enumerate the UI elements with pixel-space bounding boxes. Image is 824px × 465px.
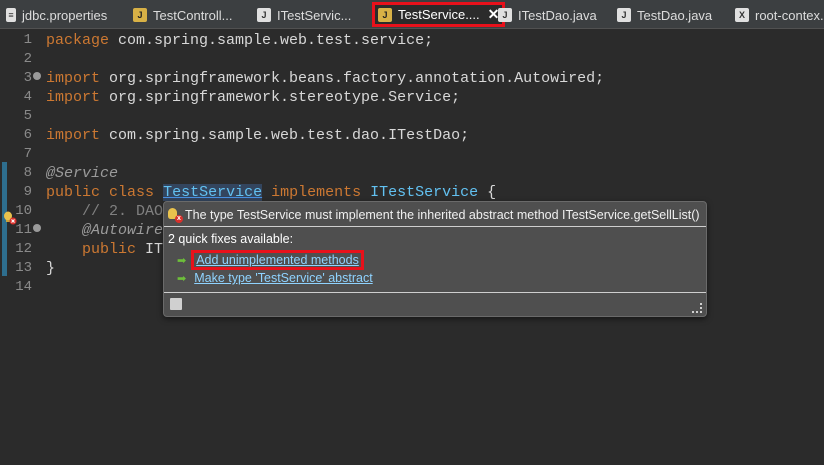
tab-label: root-contex... [755,7,824,23]
error-bulb-icon: x [168,208,183,223]
line-number: 5 [23,108,32,124]
line-number: 7 [23,146,32,162]
quick-fix-add-unimplemented-methods[interactable]: ➡ Add unimplemented methods [177,250,364,270]
tab-label: ITestDao.java [518,7,597,23]
code-text: org.springframework.beans.factory.annota… [100,70,605,87]
editor-tab-bar: ≡ jdbc.properties J TestControll... J IT… [0,0,824,29]
keyword: public [46,184,101,201]
xml-file-icon: X [735,8,749,22]
java-class-icon: J [378,7,392,22]
keyword: package [46,32,110,49]
tab-label: TestControll... [153,7,233,23]
code-text: IT [136,241,164,258]
line-number: 1 [23,32,32,48]
tab-itestservice[interactable]: J ITestServic... [257,3,351,27]
tab-root-context[interactable]: X root-contex... [735,3,824,27]
tab-testservice[interactable]: J TestService.... ✕ [372,2,506,27]
quick-fix-label[interactable]: Add unimplemented methods [191,250,364,270]
code-text: com.spring.sample.web.test.service; [109,32,434,49]
quick-fix-count: 2 quick fixes available: [168,232,294,246]
keyword: public [82,241,137,258]
tab-label: TestDao.java [637,7,713,23]
java-class-icon: J [133,8,147,22]
line-number: 9 [23,184,32,200]
java-interface-icon: J [257,8,271,22]
divider [164,226,706,227]
file-icon: ≡ [6,8,16,22]
tab-jdbc-properties[interactable]: ≡ jdbc.properties [6,3,107,27]
code-line-1: package com.spring.sample.web.test.servi… [46,31,433,50]
line-number: 2 [23,51,32,67]
code-text: org.springframework.stereotype.Service; [100,89,461,106]
tab-testcontroller[interactable]: J TestControll... [133,3,232,27]
java-interface-icon: J [498,8,512,22]
quick-fix-error-icon[interactable] [3,211,17,225]
problem-message-text: The type TestService must implement the … [185,208,700,222]
keyword: implements [271,184,362,201]
keyword: class [109,184,155,201]
code-text: { [478,184,497,201]
java-interface-icon: J [617,8,631,22]
code-line-12: public IT [46,240,163,259]
keyword: import [46,127,101,144]
quick-fix-label[interactable]: Make type 'TestService' abstract [194,271,372,285]
settings-icon[interactable] [170,298,182,310]
divider [164,292,706,293]
fold-toggle-icon[interactable] [33,72,41,80]
tab-label: ITestServic... [277,7,352,23]
line-number: 4 [23,89,32,105]
code-line-13: } [46,260,56,277]
line-number: 13 [15,260,32,276]
line-number: 12 [15,241,32,257]
keyword: import [46,70,101,87]
resize-grip-icon[interactable] [692,303,702,313]
code-text: com.spring.sample.web.test.dao.ITestDao; [100,127,470,144]
code-line-9: public class TestService implements ITes… [46,183,496,202]
tab-label: TestService.... [398,7,480,22]
problem-message: x The type TestService must implement th… [168,208,702,223]
interface-name: ITestService [370,184,479,201]
line-number: 14 [15,279,32,295]
line-number: 8 [23,165,32,181]
code-line-11: @Autowire [46,222,164,239]
keyword: import [46,89,101,106]
selected-class-name[interactable]: TestService [163,184,263,201]
fold-toggle-icon[interactable] [33,224,41,232]
green-arrow-icon: ➡ [177,272,187,285]
code-line-8: @Service [46,164,118,183]
tab-testdao[interactable]: J TestDao.java [617,3,712,27]
line-number: 3 [23,70,32,86]
code-line-6: import com.spring.sample.web.test.dao.IT… [46,126,469,145]
code-line-4: import org.springframework.stereotype.Se… [46,88,460,107]
green-arrow-icon: ➡ [177,254,187,267]
line-number: 6 [23,127,32,143]
annotation: @Service [46,165,119,182]
code-line-10: // 2. DAO [46,203,164,220]
tab-label: jdbc.properties [22,7,108,23]
quick-fix-make-abstract[interactable]: ➡ Make type 'TestService' abstract [177,271,373,285]
tab-itestdao[interactable]: J ITestDao.java [498,3,597,27]
quick-fix-popup[interactable]: x The type TestService must implement th… [163,201,707,317]
code-line-3: import org.springframework.beans.factory… [46,69,604,88]
line-number-gutter: 1 2 3 4 5 6 7 8 9 10 11 12 13 14 [0,29,41,465]
